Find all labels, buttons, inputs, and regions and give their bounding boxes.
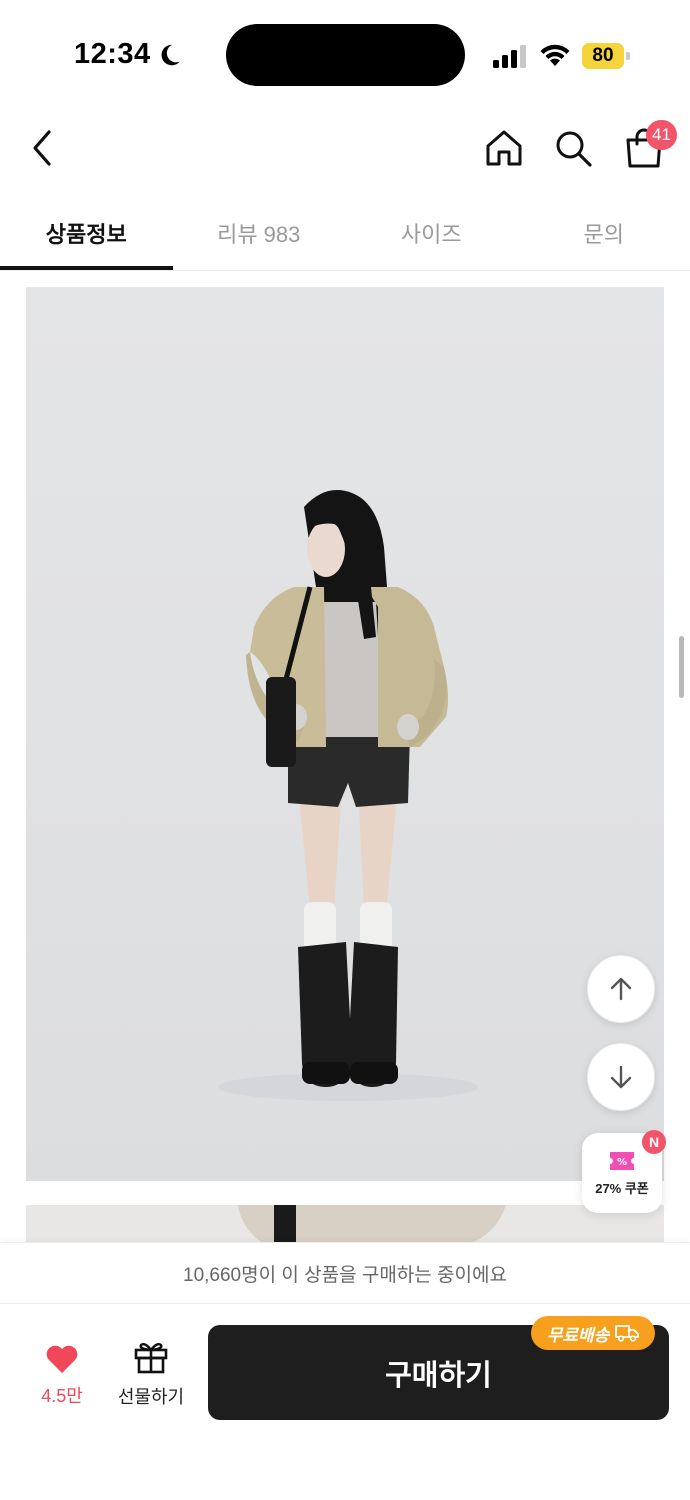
cart-count-badge: 41 [646,120,677,150]
moon-icon [161,44,180,66]
second-photo-preview [26,1205,664,1245]
product-photo-2 [26,1205,664,1245]
dynamic-island [226,24,465,86]
back-button[interactable] [20,126,64,170]
top-navigation [0,110,690,190]
like-button[interactable]: 4.5만 [32,1344,92,1414]
free-shipping-badge: 무료배송 [531,1316,655,1350]
tab-size[interactable]: 사이즈 [345,196,518,270]
status-time: 12:34 [74,38,151,70]
tab-inquiry[interactable]: 문의 [518,196,690,270]
scrollbar-thumb[interactable] [679,636,684,698]
purchase-notice: 10,660명이 이 상품을 구매하는 중이에요 [0,1242,690,1304]
status-bar: 12:34 80 [0,0,690,110]
battery-level: 80 [582,43,624,69]
new-badge: N [642,1130,666,1154]
free-shipping-label: 무료배송 [546,1325,610,1345]
product-photo [26,287,664,1181]
search-button[interactable] [551,126,595,170]
coupon-icon: % [610,1151,634,1170]
tab-product-info[interactable]: 상품정보 [0,196,173,270]
scroll-to-bottom-button[interactable] [587,1043,655,1111]
product-tabs: 상품정보 리뷰 983 사이즈 문의 [0,196,690,271]
gift-button[interactable]: 선물하기 [110,1340,192,1414]
svg-text:%: % [617,1157,627,1168]
bottom-action-bar: 4.5만 선물하기 구매하기 무료배송 [0,1304,690,1500]
scroll-to-top-button[interactable] [587,955,655,1023]
coupon-label: 27% 쿠폰 [595,1180,649,1196]
battery-indicator: 80 [582,43,630,69]
wifi-icon [540,44,570,66]
home-icon [486,130,522,166]
arrow-up-icon [610,977,632,1001]
gift-label: 선물하기 [117,1387,185,1407]
truck-icon [615,1325,640,1342]
like-count: 4.5만 [41,1386,83,1406]
gift-icon [134,1342,168,1374]
model-illustration [218,490,478,1101]
arrow-down-icon [610,1065,632,1089]
home-button[interactable] [482,126,526,170]
search-icon [556,131,592,167]
signal-icon [493,45,526,68]
back-icon [33,130,51,166]
battery-tip [626,52,630,60]
heart-icon [46,1345,78,1373]
active-tab-indicator [0,266,173,270]
tab-reviews[interactable]: 리뷰 983 [173,196,346,270]
